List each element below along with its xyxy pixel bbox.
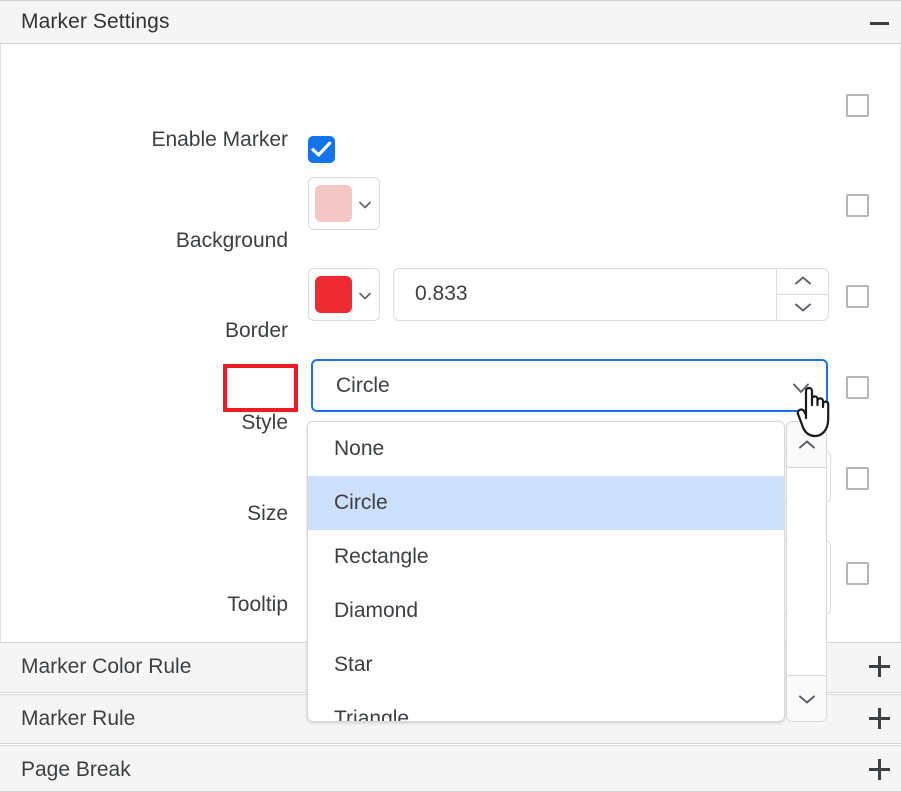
chevron-down-icon[interactable] (357, 288, 373, 304)
dropdown-option[interactable]: Rectangle (308, 530, 784, 584)
checkmark-icon (311, 141, 332, 157)
border-width-stepper[interactable] (776, 269, 828, 320)
style-combobox[interactable]: Circle (311, 359, 828, 412)
override-checkbox-border[interactable] (846, 285, 869, 308)
expand-plus-icon[interactable] (869, 708, 891, 730)
background-color-swatch[interactable] (315, 185, 352, 222)
chevron-down-icon (798, 694, 815, 704)
accordion-label: Marker Color Rule (21, 655, 192, 678)
accordion-page-break[interactable]: Page Break (0, 745, 901, 792)
border-width-decrement-button[interactable] (777, 295, 828, 321)
expand-plus-icon[interactable] (869, 759, 891, 781)
marker-settings-panel: Marker Settings Enable Marker Background… (0, 0, 901, 792)
dropdown-scrollbar[interactable] (786, 421, 827, 722)
dropdown-option[interactable]: Star (308, 638, 784, 692)
override-checkbox-background[interactable] (846, 194, 869, 217)
background-label: Background (175, 229, 288, 252)
enable-marker-label: Enable Marker (151, 128, 288, 151)
border-width-input[interactable]: 0.833 (393, 268, 829, 321)
accordion-label: Page Break (21, 758, 131, 781)
border-label: Border (224, 319, 288, 342)
override-checkbox-size[interactable] (846, 467, 869, 490)
panel-header[interactable]: Marker Settings (0, 0, 901, 44)
style-dropdown-list[interactable]: None Circle Rectangle Diamond Star Triangle (307, 421, 785, 722)
tooltip-label: Tooltip (227, 593, 288, 616)
background-color-picker[interactable] (308, 177, 380, 230)
accordion-label: Marker Rule (21, 707, 136, 730)
override-checkbox-enable-marker[interactable] (846, 94, 869, 117)
page-title: Marker Settings (21, 10, 170, 33)
expand-plus-icon[interactable] (869, 656, 891, 678)
dropdown-option[interactable]: Circle (308, 476, 784, 530)
scroll-up-button[interactable] (787, 422, 826, 468)
scrollbar-track[interactable] (787, 468, 826, 675)
chevron-down-icon[interactable] (790, 377, 812, 399)
collapse-minus-icon[interactable] (870, 14, 890, 32)
border-width-value: 0.833 (415, 282, 468, 305)
style-selected-value: Circle (336, 374, 390, 397)
chevron-up-icon (798, 439, 815, 449)
chevron-down-icon (794, 303, 811, 312)
override-checkbox-style[interactable] (846, 376, 869, 399)
chevron-down-icon[interactable] (357, 197, 373, 213)
border-color-swatch[interactable] (315, 276, 352, 313)
style-label: Style (241, 411, 288, 434)
border-width-increment-button[interactable] (777, 269, 828, 295)
dropdown-option[interactable]: Diamond (308, 584, 784, 638)
override-checkbox-tooltip[interactable] (846, 562, 869, 585)
style-label-highlight-box (223, 364, 298, 412)
dropdown-option[interactable]: None (308, 422, 784, 476)
border-color-picker[interactable] (308, 268, 380, 321)
size-label: Size (247, 502, 288, 525)
dropdown-option[interactable]: Triangle (308, 692, 784, 721)
scroll-down-button[interactable] (787, 675, 826, 721)
enable-marker-checkbox[interactable] (308, 136, 335, 163)
chevron-up-icon (794, 276, 811, 285)
